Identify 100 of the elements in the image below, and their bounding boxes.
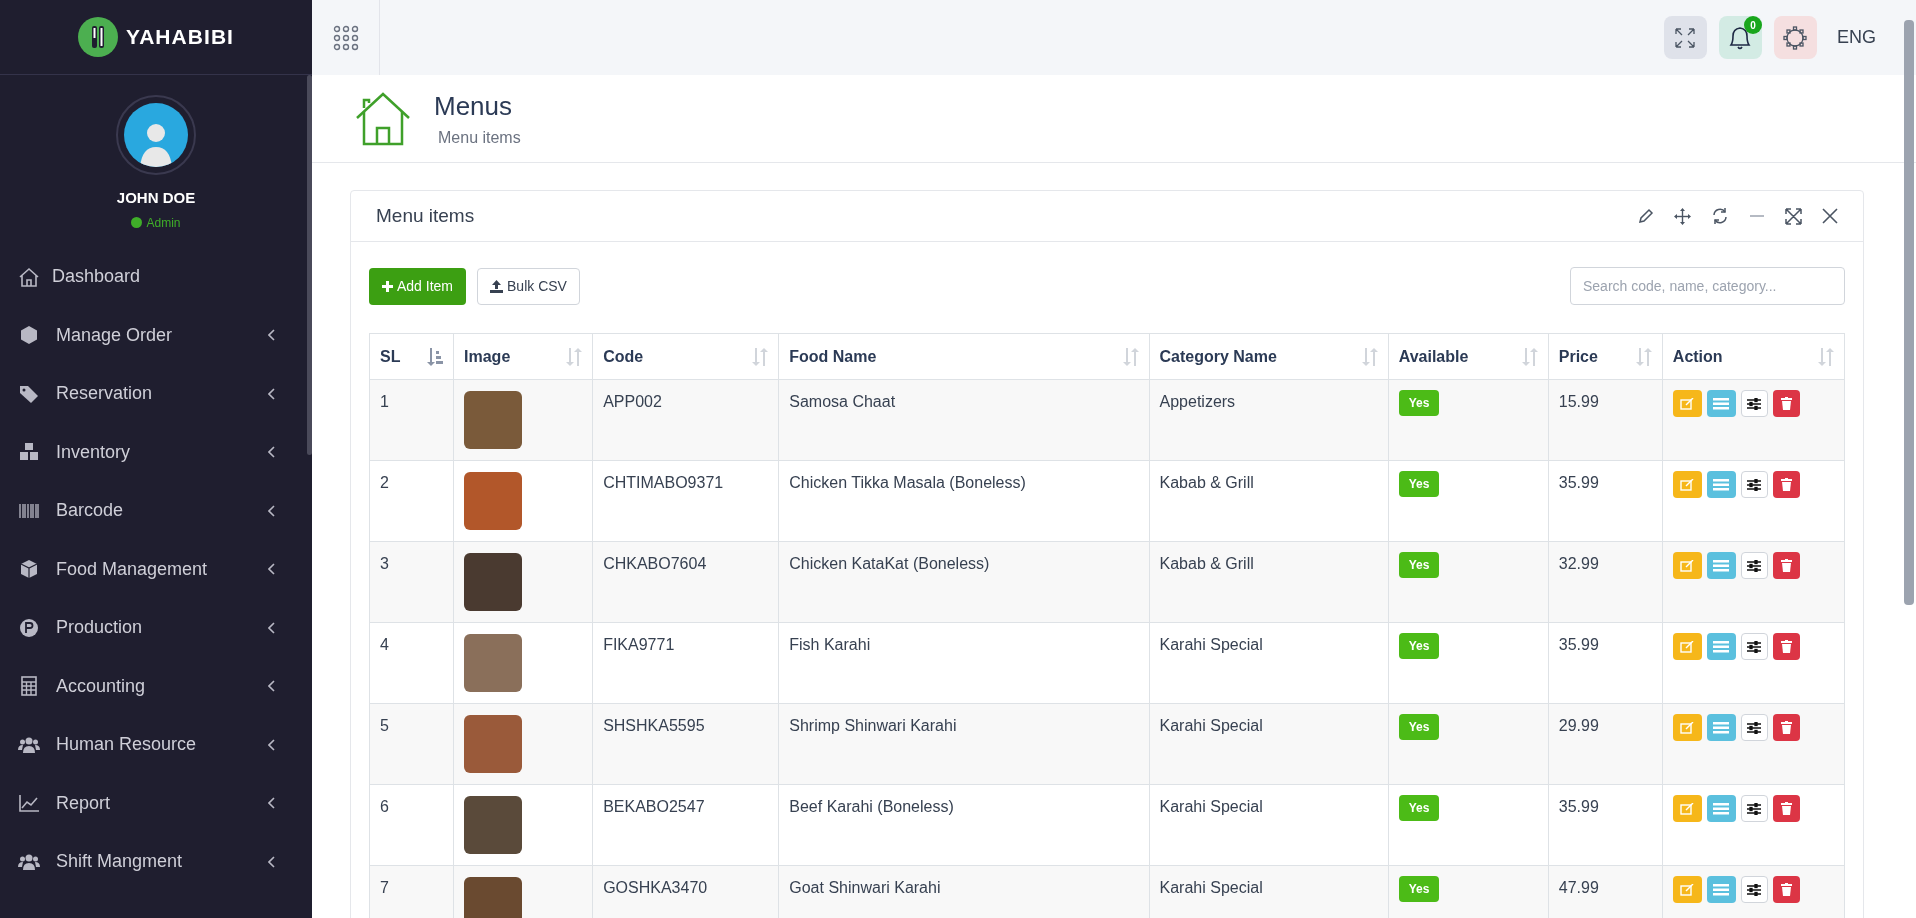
refresh-icon[interactable] xyxy=(1711,207,1729,225)
sidebar-item[interactable]: Inventory xyxy=(0,423,300,482)
sidebar-item[interactable]: Accounting xyxy=(0,657,300,716)
chevron-left-icon xyxy=(268,563,276,576)
gear-icon xyxy=(1781,23,1810,52)
delete-button[interactable] xyxy=(1772,633,1800,660)
sidebar-item[interactable]: Barcode xyxy=(0,481,300,540)
sliders-icon xyxy=(1747,559,1762,572)
expand-icon[interactable] xyxy=(1785,207,1802,225)
column-header[interactable]: Image xyxy=(453,333,593,380)
edit-icon xyxy=(1680,559,1695,572)
chevron-left-icon xyxy=(268,855,276,868)
column-header[interactable]: SL xyxy=(369,333,454,380)
column-header[interactable]: Food Name xyxy=(778,333,1149,380)
sidebar-item[interactable]: Human Resource xyxy=(0,715,300,774)
table-cell: CHKABO7604 xyxy=(592,541,779,623)
sidebar-item[interactable]: Shift Mangment xyxy=(0,832,300,891)
page-title: Menus xyxy=(434,90,514,123)
column-header[interactable]: Price xyxy=(1548,333,1663,380)
chevron-left-icon xyxy=(268,738,276,751)
table-cell: 32.99 xyxy=(1548,541,1663,623)
sliders-button[interactable] xyxy=(1740,471,1768,498)
calculator-icon xyxy=(18,675,40,698)
list-icon xyxy=(1713,721,1730,734)
sliders-button[interactable] xyxy=(1740,876,1768,903)
delete-button[interactable] xyxy=(1772,876,1800,903)
sidebar-item[interactable]: Food Management xyxy=(0,540,300,599)
panel-title: Menu items xyxy=(376,203,475,228)
apps-grid-icon[interactable] xyxy=(332,24,359,51)
sliders-button[interactable] xyxy=(1740,552,1768,579)
availability-badge: Yes xyxy=(1398,795,1440,821)
expand-arrows-icon xyxy=(1673,25,1698,50)
fullscreen-button[interactable] xyxy=(1664,16,1707,59)
search-field[interactable]: Search code, name, category... xyxy=(1570,267,1845,305)
table-cell: 6 xyxy=(369,784,454,866)
column-header[interactable]: Category Name xyxy=(1149,333,1389,380)
page-scrollbar[interactable] xyxy=(1904,20,1914,605)
column-header[interactable]: Available xyxy=(1388,333,1549,380)
sliders-button[interactable] xyxy=(1740,714,1768,741)
trash-icon xyxy=(1780,802,1792,815)
list-icon xyxy=(1713,883,1730,896)
table-cell: 5 xyxy=(369,703,454,785)
box-icon xyxy=(18,558,40,581)
table-cell: Karahi Special xyxy=(1149,622,1389,704)
list-icon xyxy=(1713,640,1730,653)
delete-button[interactable] xyxy=(1772,795,1800,822)
photo-placeholder xyxy=(464,391,523,449)
plus-icon xyxy=(382,280,393,292)
sort-icon xyxy=(1818,348,1834,366)
table-cell: Appetizers xyxy=(1149,379,1389,461)
sidebar-item[interactable]: Report xyxy=(0,774,300,833)
language-selector[interactable]: ENG xyxy=(1837,24,1876,51)
delete-button[interactable] xyxy=(1772,471,1800,498)
sidebar-item[interactable]: Dashboard xyxy=(0,247,300,306)
column-header[interactable]: Code xyxy=(592,333,779,380)
sidebar-item[interactable]: Reservation xyxy=(0,364,300,423)
sliders-icon xyxy=(1747,397,1762,410)
sidebar-item[interactable]: Manage Order xyxy=(0,306,300,365)
sort-icon xyxy=(427,348,444,366)
move-icon[interactable] xyxy=(1674,207,1691,225)
table-cell: BEKABO2547 xyxy=(592,784,779,866)
sliders-icon xyxy=(1747,802,1762,815)
bulk-csv-button[interactable]: Bulk CSV xyxy=(477,267,580,305)
table-cell: 1 xyxy=(369,379,454,461)
table-cell: FIKA9771 xyxy=(592,622,779,704)
photo-placeholder xyxy=(464,877,523,918)
fork-knife-logo-icon xyxy=(78,17,118,57)
column-header[interactable]: Action xyxy=(1662,333,1845,380)
chevron-left-icon xyxy=(268,680,276,693)
sliders-button[interactable] xyxy=(1740,633,1768,660)
house-icon xyxy=(18,265,40,288)
list-icon xyxy=(1713,397,1730,410)
sort-icon xyxy=(1122,348,1139,366)
close-icon[interactable] xyxy=(1822,208,1838,224)
availability-badge: Yes xyxy=(1398,471,1440,497)
table-cell: Shrimp Shinwari Karahi xyxy=(778,703,1149,785)
settings-button[interactable] xyxy=(1774,16,1817,59)
list-icon xyxy=(1713,559,1730,572)
chevron-left-icon xyxy=(268,446,276,459)
sort-icon xyxy=(1361,348,1378,366)
sliders-icon xyxy=(1747,478,1762,491)
table-cell: Samosa Chaat xyxy=(778,379,1149,461)
user-name: JOHN DOE xyxy=(116,188,196,208)
delete-button[interactable] xyxy=(1772,552,1800,579)
sliders-icon xyxy=(1747,721,1762,734)
pencil-icon[interactable] xyxy=(1638,208,1654,224)
delete-button[interactable] xyxy=(1772,714,1800,741)
sidebar-scrollbar[interactable] xyxy=(307,75,312,455)
edit-icon xyxy=(1680,478,1695,491)
delete-button[interactable] xyxy=(1772,390,1800,417)
photo-placeholder xyxy=(464,715,523,773)
sliders-button[interactable] xyxy=(1740,390,1768,417)
user-role: Admin xyxy=(146,214,181,232)
availability-badge: Yes xyxy=(1398,633,1440,659)
sort-icon xyxy=(1635,348,1652,366)
table-cell: 15.99 xyxy=(1548,379,1663,461)
sliders-button[interactable] xyxy=(1740,795,1768,822)
trash-icon xyxy=(1780,640,1792,653)
sort-icon xyxy=(752,348,769,366)
sidebar-item[interactable]: Production xyxy=(0,598,300,657)
